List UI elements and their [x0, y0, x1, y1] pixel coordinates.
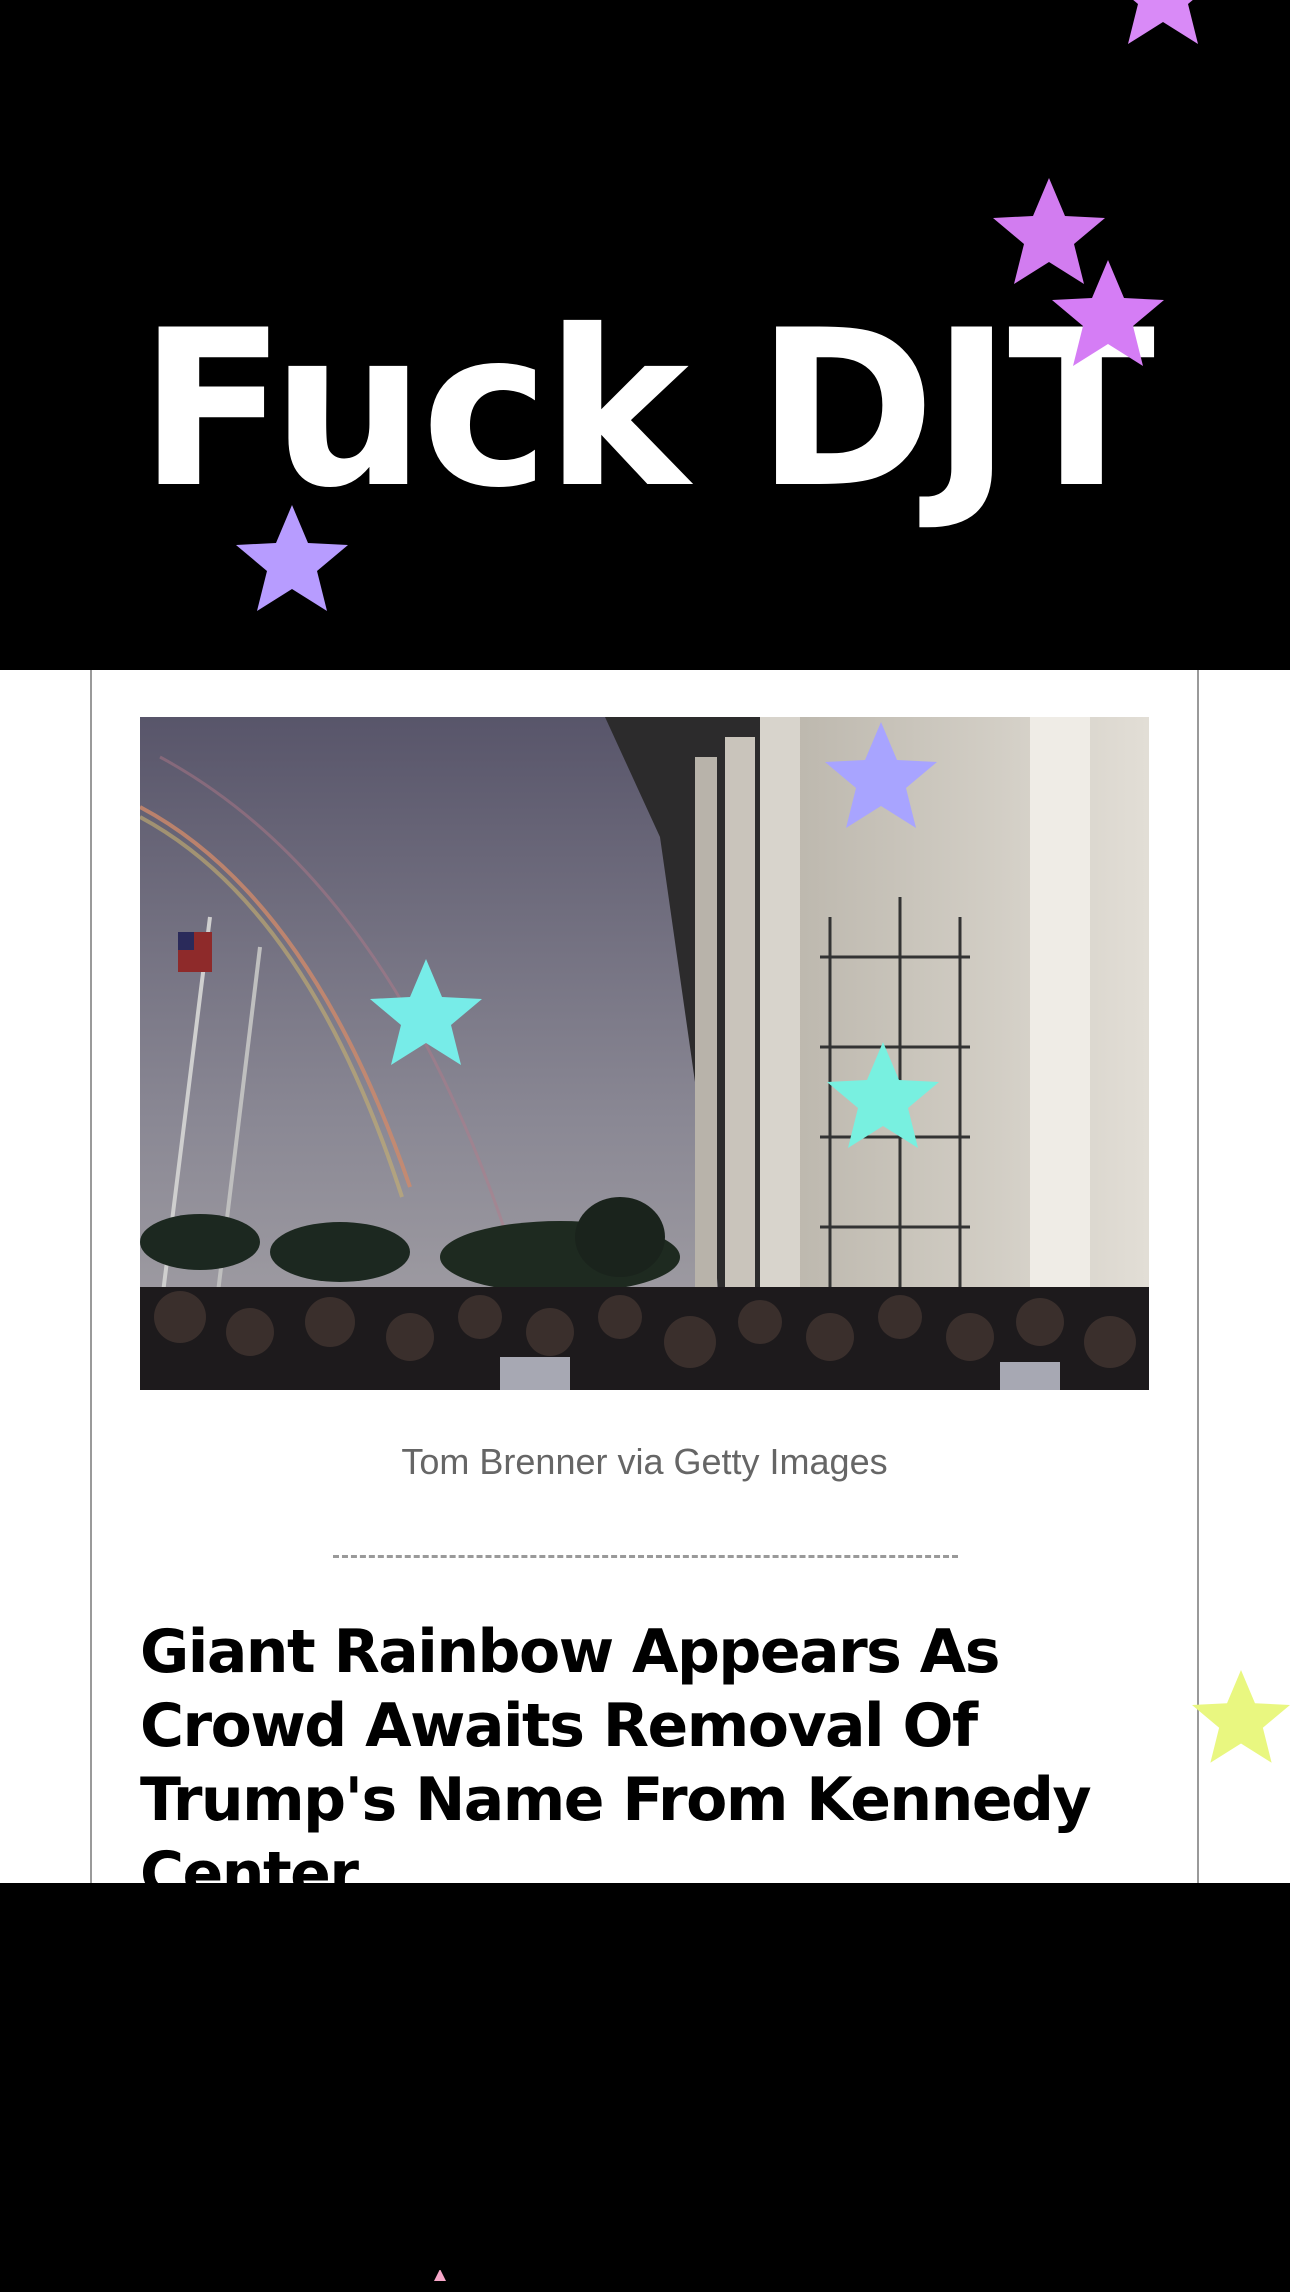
rainbow-photo-illustration — [140, 717, 1149, 1390]
article-title[interactable]: Giant Rainbow Appears As Crowd Awaits Re… — [140, 1615, 1170, 1911]
star-icon — [1128, 0, 1198, 44]
article-photo[interactable] — [140, 717, 1149, 1390]
bottom-area — [0, 1883, 1290, 2292]
star-icon — [422, 2270, 458, 2281]
dashed-divider — [333, 1555, 958, 1558]
star-icon — [236, 505, 348, 611]
star-icon — [1052, 260, 1164, 366]
image-caption: Tom Brenner via Getty Images — [401, 1441, 888, 1482]
star-icon — [1192, 1670, 1290, 1763]
article-card[interactable]: Tom Brenner via Getty Images Giant Rainb… — [0, 670, 1290, 1909]
card-border-left — [90, 670, 92, 1883]
